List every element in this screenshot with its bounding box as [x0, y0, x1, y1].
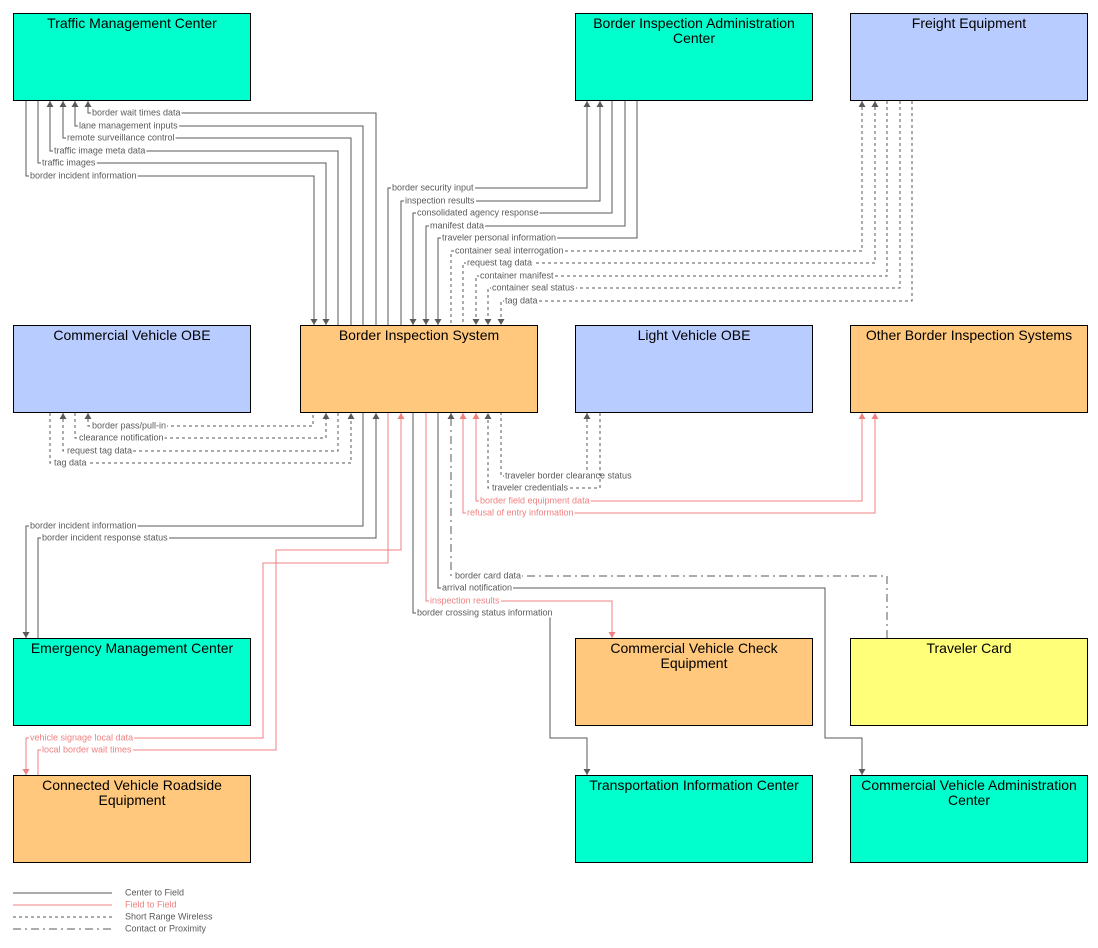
flow-label: border wait times data — [92, 107, 181, 117]
arrowhead-icon — [858, 101, 866, 107]
arrowhead-icon — [84, 413, 92, 419]
flow-label: traffic image meta data — [54, 145, 145, 155]
flow-line — [412, 413, 588, 775]
flow-label: inspection results — [430, 595, 500, 605]
arrowhead-icon — [472, 413, 480, 419]
arrowhead-icon — [583, 413, 591, 419]
arrowhead-icon — [347, 413, 355, 419]
arrowhead-icon — [322, 413, 330, 419]
arrowhead-icon — [596, 101, 604, 107]
arrowhead-icon — [583, 769, 591, 775]
arrowhead-icon — [871, 413, 879, 419]
arrowhead-icon — [447, 413, 455, 419]
flow-label: border pass/pull-in — [92, 420, 166, 430]
flow-label: border field equipment data — [480, 495, 590, 505]
arrowhead-icon — [459, 413, 467, 419]
arrowhead-icon — [871, 101, 879, 107]
flow-line — [37, 413, 402, 775]
arrowhead-icon — [434, 319, 442, 325]
arrowhead-icon — [858, 769, 866, 775]
flow-label: traveler border clearance status — [505, 470, 632, 480]
flow-label: arrival notification — [442, 582, 512, 592]
arrowhead-icon — [84, 101, 92, 107]
flow-label: border security input — [392, 182, 474, 192]
flow-label: refusal of entry information — [467, 507, 574, 517]
flow-label: lane management inputs — [79, 120, 178, 130]
arrowhead-icon — [322, 319, 330, 325]
flow-line — [437, 413, 863, 775]
flow-label: local border wait times — [42, 744, 132, 754]
legend-label: Contact or Proximity — [125, 923, 207, 933]
flow-line — [450, 413, 888, 638]
flow-label: border card data — [455, 570, 521, 580]
flow-label: tag data — [505, 295, 538, 305]
flow-label: consolidated agency response — [417, 207, 539, 217]
arrowhead-icon — [22, 632, 30, 638]
flow-label: inspection results — [405, 195, 475, 205]
arrowhead-icon — [310, 319, 318, 325]
flow-label: container manifest — [480, 270, 554, 280]
flow-line — [500, 413, 588, 477]
arrowhead-icon — [46, 101, 54, 107]
arrowhead-icon — [71, 101, 79, 107]
flow-label: clearance notification — [79, 432, 164, 442]
flow-label: border incident information — [30, 520, 137, 530]
arrowhead-icon — [497, 319, 505, 325]
arrowhead-icon — [372, 413, 380, 419]
arrowhead-icon — [583, 101, 591, 107]
flow-label: manifest data — [430, 220, 484, 230]
arrowhead-icon — [59, 413, 67, 419]
flow-label: border incident information — [30, 170, 137, 180]
arrowhead-icon — [472, 319, 480, 325]
flow-label: request tag data — [67, 445, 132, 455]
flow-label: request tag data — [467, 257, 532, 267]
arrowhead-icon — [59, 101, 67, 107]
arrowhead-icon — [397, 413, 405, 419]
arrowhead-icon — [484, 319, 492, 325]
legend-label: Center to Field — [125, 887, 184, 897]
flow-label: remote surveillance control — [67, 132, 175, 142]
flow-label: traffic images — [42, 157, 96, 167]
legend-label: Short Range Wireless — [125, 911, 213, 921]
arrowhead-icon — [858, 413, 866, 419]
flow-label: vehicle signage local data — [30, 732, 133, 742]
arrowhead-icon — [484, 413, 492, 419]
arrowhead-icon — [22, 769, 30, 775]
flow-wires: border wait times data lane management in… — [13, 101, 913, 933]
legend-label: Field to Field — [125, 899, 177, 909]
arrowhead-icon — [409, 319, 417, 325]
flow-label: tag data — [54, 457, 87, 467]
flow-label: container seal status — [492, 282, 575, 292]
flow-label: traveler personal information — [442, 232, 556, 242]
flow-label: border crossing status information — [417, 607, 553, 617]
arrowhead-icon — [608, 632, 616, 638]
flow-label: container seal interrogation — [455, 245, 564, 255]
flow-label: border incident response status — [42, 532, 168, 542]
flow-label: traveler credentials — [492, 482, 569, 492]
arrowhead-icon — [422, 319, 430, 325]
